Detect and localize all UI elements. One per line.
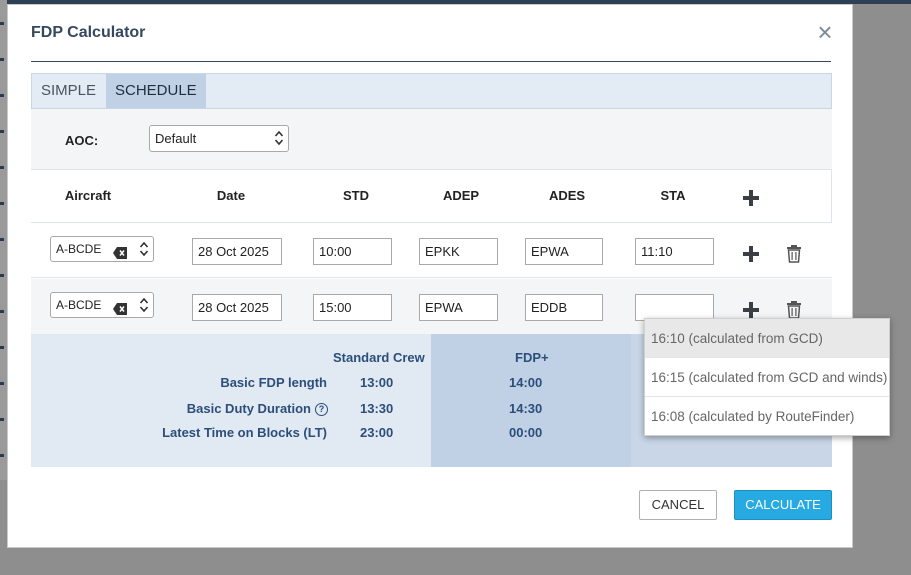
header-fdp-plus: FDP+ xyxy=(515,350,549,365)
aoc-label: AOC: xyxy=(65,133,99,148)
sta-input[interactable] xyxy=(635,294,714,321)
aoc-select[interactable]: Default xyxy=(149,125,289,152)
title-divider xyxy=(31,61,831,62)
sta-option-gcd-winds[interactable]: 16:15 (calculated from GCD and winds) xyxy=(645,358,889,397)
add-row-plus-icon[interactable] xyxy=(742,189,760,210)
background-app-sidebar xyxy=(0,0,7,480)
column-header-ades: ADES xyxy=(548,188,586,203)
label-basic-duty-duration: Basic Duty Duration? xyxy=(71,401,328,416)
backspace-clear-icon[interactable] xyxy=(113,243,127,267)
column-header-aircraft: Aircraft xyxy=(64,188,112,203)
select-updown-icon xyxy=(139,296,149,314)
tab-simple[interactable]: SIMPLE xyxy=(32,74,105,108)
tab-bar: SIMPLE SCHEDULE xyxy=(31,73,832,109)
column-header-date: Date xyxy=(216,188,246,203)
value-standard-latest-blocks: 23:00 xyxy=(360,425,394,440)
cancel-button[interactable]: CANCEL xyxy=(639,490,717,520)
table-row: A-BCDE 28 Oct 2025 10:00 EPKK EPWA 11:10 xyxy=(31,223,832,278)
value-fdp-plus-latest-blocks: 00:00 xyxy=(509,425,543,440)
ades-input[interactable]: EDDB xyxy=(525,294,603,321)
header-standard-crew: Standard Crew xyxy=(333,350,425,365)
column-header-std: STD xyxy=(343,188,369,203)
fdp-calculator-dialog: FDP Calculator × SIMPLE SCHEDULE AOC: De… xyxy=(7,4,853,548)
select-updown-icon xyxy=(139,240,149,258)
aoc-section: AOC: Default xyxy=(31,109,832,173)
sta-input[interactable]: 11:10 xyxy=(635,238,714,265)
column-header-adep: ADEP xyxy=(442,188,480,203)
close-button[interactable]: × xyxy=(814,19,836,45)
aircraft-select[interactable]: A-BCDE xyxy=(50,236,154,262)
sta-suggestion-dropdown: 16:10 (calculated from GCD) 16:15 (calcu… xyxy=(644,318,890,436)
plus-icon[interactable] xyxy=(742,245,760,266)
value-standard-fdp-length: 13:00 xyxy=(360,375,394,390)
dialog-title: FDP Calculator xyxy=(31,24,146,41)
trash-icon[interactable] xyxy=(787,245,801,266)
basic-duty-duration-text: Basic Duty Duration xyxy=(186,401,311,416)
calculate-button[interactable]: CALCULATE xyxy=(734,490,832,520)
date-input[interactable]: 28 Oct 2025 xyxy=(192,238,282,265)
backspace-clear-icon[interactable] xyxy=(113,299,127,323)
value-standard-duty-duration: 13:30 xyxy=(360,401,394,416)
sta-option-routefinder[interactable]: 16:08 (calculated by RouteFinder) xyxy=(645,397,889,436)
adep-input[interactable]: EPKK xyxy=(419,238,498,265)
value-fdp-plus-fdp-length: 14:00 xyxy=(509,375,543,390)
label-latest-time-on-blocks: Latest Time on Blocks (LT) xyxy=(162,425,327,440)
aircraft-select[interactable]: A-BCDE xyxy=(50,292,154,318)
std-input[interactable]: 15:00 xyxy=(313,294,392,321)
aircraft-value: A-BCDE xyxy=(56,242,102,256)
aoc-select-value: Default xyxy=(155,131,197,146)
select-updown-icon xyxy=(274,129,284,147)
schedule-table-header: Aircraft Date STD ADEP ADES STA xyxy=(31,169,832,223)
help-icon[interactable]: ? xyxy=(315,403,328,416)
ades-input[interactable]: EPWA xyxy=(525,238,603,265)
adep-input[interactable]: EPWA xyxy=(419,294,498,321)
column-header-sta: STA xyxy=(660,188,686,203)
tab-schedule[interactable]: SCHEDULE xyxy=(106,74,206,108)
sta-option-gcd[interactable]: 16:10 (calculated from GCD) xyxy=(645,319,889,358)
aircraft-value: A-BCDE xyxy=(56,298,102,312)
label-basic-fdp-length: Basic FDP length xyxy=(220,375,327,390)
value-fdp-plus-duty-duration: 14:30 xyxy=(509,401,543,416)
std-input[interactable]: 10:00 xyxy=(313,238,392,265)
date-input[interactable]: 28 Oct 2025 xyxy=(192,294,282,321)
